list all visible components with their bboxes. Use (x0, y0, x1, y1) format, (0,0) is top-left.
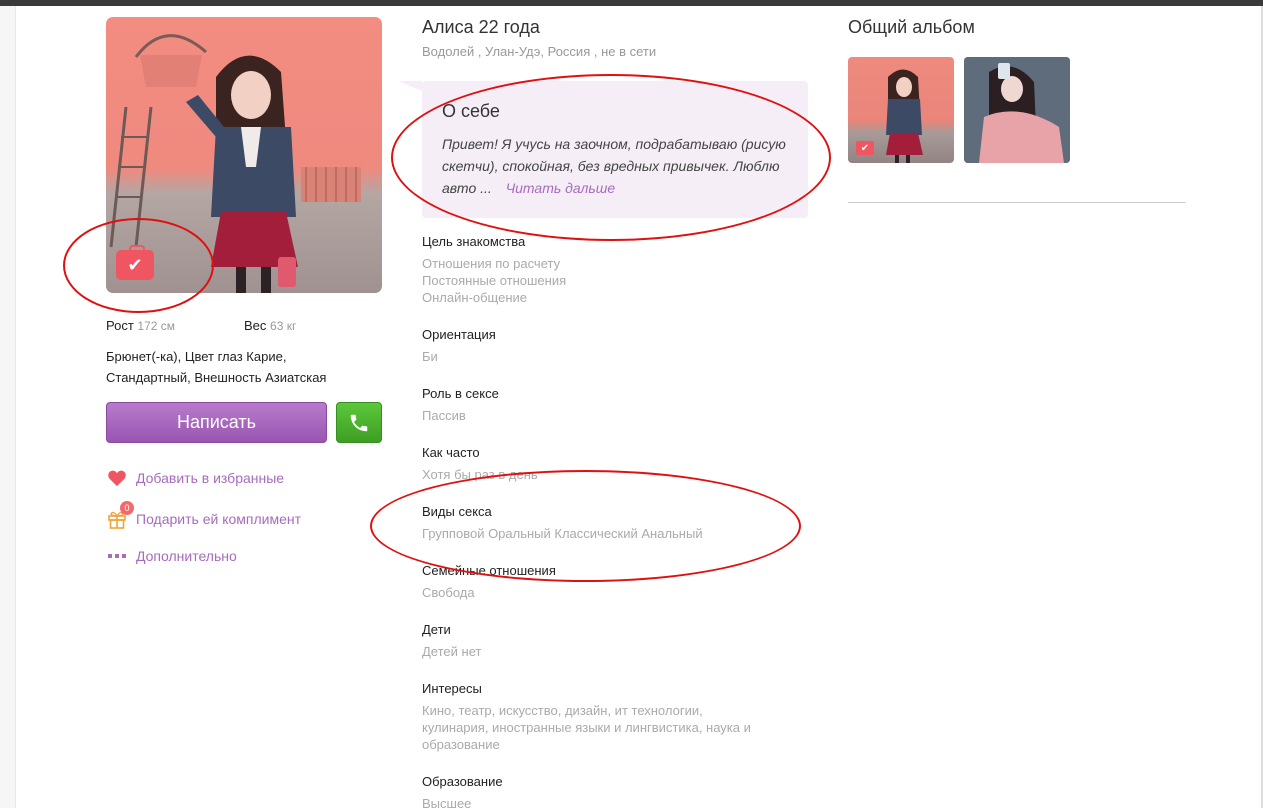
field-title: Роль в сексе (422, 386, 499, 401)
field-value-line: кулинария, иностранные языки и лингвисти… (422, 720, 751, 735)
field-title: Виды секса (422, 504, 492, 519)
write-message-button[interactable]: Написать (106, 402, 327, 443)
field-interests: Интересы Кино, театр, искусство, дизайн,… (422, 680, 812, 753)
field-title: Цель знакомства (422, 234, 526, 249)
field-value: Детей нет (422, 644, 482, 659)
compliment-count-badge: 0 (120, 501, 134, 515)
field-value-line: образование (422, 737, 500, 752)
more-dots-icon (106, 546, 128, 566)
field-types: Виды секса Групповой Оральный Классическ… (422, 503, 812, 542)
field-value: Пассив (422, 408, 466, 423)
field-value: Отношения по расчету Постоянные отношени… (422, 255, 812, 306)
profile-name: Алиса 22 года (422, 17, 540, 37)
field-value-line: Отношения по расчету (422, 256, 561, 271)
appearance-description: Брюнет(-ка), Цвет глаз Карие, Стандартны… (106, 349, 327, 385)
call-button[interactable] (336, 402, 382, 443)
left-gutter (0, 6, 16, 808)
give-compliment-label: Подарить ей комплимент (136, 511, 302, 527)
field-role: Роль в сексе Пассив (422, 385, 812, 424)
album-thumbnail[interactable]: ✔ (848, 57, 954, 163)
field-value-line: Кино, театр, искусство, дизайн, ит техно… (422, 703, 703, 718)
album-thumbnail[interactable] (964, 57, 1070, 163)
field-value-line: Постоянные отношения (422, 273, 567, 288)
field-title: Семейные отношения (422, 563, 556, 578)
add-favorite-label: Добавить в избранные (136, 470, 285, 486)
field-orientation: Ориентация Би (422, 326, 812, 365)
field-title: Ориентация (422, 327, 496, 342)
weight-label: Вес (244, 318, 267, 333)
gift-icon: 0 (106, 501, 134, 529)
field-education: Образование Высшее (422, 773, 812, 808)
field-value: Свобода (422, 585, 475, 600)
field-dating-goal: Цель знакомства Отношения по расчету Пос… (422, 233, 812, 306)
field-value-line: Онлайн-общение (422, 290, 528, 305)
album-thumbnail-illustration (964, 57, 1070, 163)
field-value: Би (422, 349, 438, 364)
field-title: Образование (422, 774, 503, 789)
give-compliment-link[interactable]: 0 Подарить ей комплимент (106, 501, 302, 529)
album-title: Общий альбом (848, 17, 975, 37)
top-bar (0, 0, 1263, 6)
field-title: Интересы (422, 681, 482, 696)
about-text: Привет! Я учусь на заочном, подрабатываю… (442, 133, 792, 199)
album-divider (848, 202, 1186, 203)
field-value: Хотя бы раз в день (422, 467, 538, 482)
heart-icon (106, 468, 128, 488)
about-title: О себе (442, 101, 500, 121)
field-value: Высшее (422, 796, 472, 808)
stats-row: Рост 172 см Вес 63 кг (106, 318, 386, 333)
add-favorite-link[interactable]: Добавить в избранные (106, 468, 284, 488)
verified-icon: ✔ (116, 245, 154, 280)
about-section: О себе Привет! Я учусь на заочном, подра… (398, 81, 808, 218)
weight-value: 63 кг (270, 319, 297, 333)
more-options-link[interactable]: Дополнительно (106, 546, 237, 566)
read-more-link[interactable]: Читать дальше (506, 180, 615, 196)
height-label: Рост (106, 318, 134, 333)
profile-subinfo: Водолей , Улан-Удэ, Россия , не в сети (422, 44, 657, 59)
check-icon: ✔ (856, 141, 874, 155)
field-title: Дети (422, 622, 451, 637)
field-frequency: Как часто Хотя бы раз в день (422, 444, 812, 483)
field-children: Дети Детей нет (422, 621, 812, 660)
phone-icon (350, 414, 368, 431)
field-value: Групповой Оральный Классический Анальный (422, 526, 703, 541)
field-family: Семейные отношения Свобода (422, 562, 812, 601)
more-options-label: Дополнительно (136, 548, 237, 564)
field-title: Как часто (422, 445, 480, 460)
field-value: Кино, театр, искусство, дизайн, ит техно… (422, 702, 812, 753)
height-value: 172 см (137, 319, 176, 333)
